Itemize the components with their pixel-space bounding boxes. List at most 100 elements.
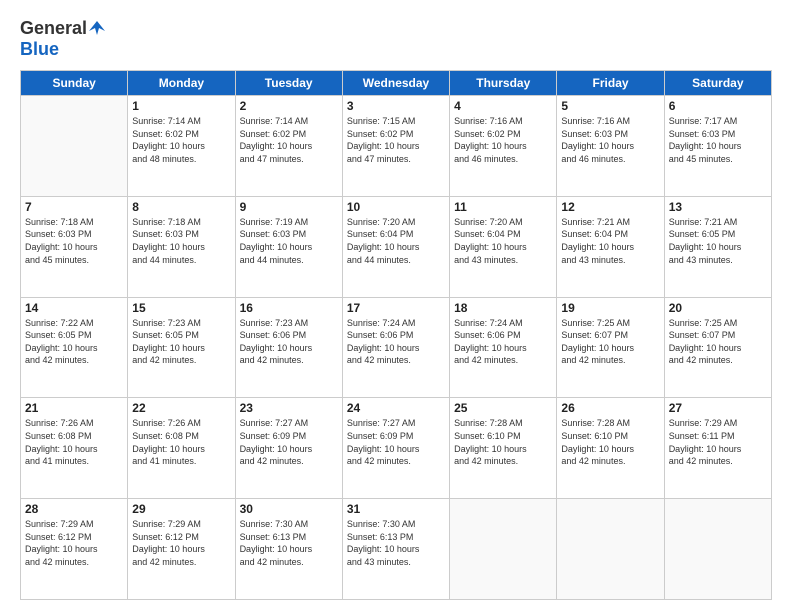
- day-info: Sunrise: 7:16 AM Sunset: 6:03 PM Dayligh…: [561, 115, 659, 165]
- day-info: Sunrise: 7:29 AM Sunset: 6:12 PM Dayligh…: [132, 518, 230, 568]
- day-number: 13: [669, 200, 767, 214]
- day-info: Sunrise: 7:29 AM Sunset: 6:11 PM Dayligh…: [669, 417, 767, 467]
- calendar-cell: 17Sunrise: 7:24 AM Sunset: 6:06 PM Dayli…: [342, 297, 449, 398]
- calendar-cell: 23Sunrise: 7:27 AM Sunset: 6:09 PM Dayli…: [235, 398, 342, 499]
- day-number: 29: [132, 502, 230, 516]
- calendar-cell: 20Sunrise: 7:25 AM Sunset: 6:07 PM Dayli…: [664, 297, 771, 398]
- calendar-cell: 2 Sunrise: 7:14 AM Sunset: 6:02 PM Daylig…: [235, 96, 342, 197]
- day-info: Sunrise: 7:30 AM Sunset: 6:13 PM Dayligh…: [347, 518, 445, 568]
- calendar-cell: 18 Sunrise: 7:24 AM Sunset: 6:06 PM Dayli…: [450, 297, 557, 398]
- day-info: Sunrise: 7:16 AM Sunset: 6:02 PM Dayligh…: [454, 115, 552, 165]
- day-number: 8: [132, 200, 230, 214]
- day-number: 11: [454, 200, 552, 214]
- day-number: 7: [25, 200, 123, 214]
- day-info: Sunrise: 7:21 AM Sunset: 6:05 PM Dayligh…: [669, 216, 767, 266]
- day-info: Sunrise: 7:17 AM Sunset: 6:03 PM Dayligh…: [669, 115, 767, 165]
- day-number: 4: [454, 99, 552, 113]
- day-info: Sunrise: 7:21 AM Sunset: 6:04 PM Dayligh…: [561, 216, 659, 266]
- calendar-cell: 6Sunrise: 7:17 AM Sunset: 6:03 PM Daylig…: [664, 96, 771, 197]
- day-info: Sunrise: 7:22 AM Sunset: 6:05 PM Dayligh…: [25, 317, 123, 367]
- calendar-cell: 25 Sunrise: 7:28 AM Sunset: 6:10 PM Dayli…: [450, 398, 557, 499]
- calendar-cell: [450, 499, 557, 600]
- day-info: Sunrise: 7:18 AM Sunset: 6:03 PM Dayligh…: [132, 216, 230, 266]
- calendar-cell: 5 Sunrise: 7:16 AM Sunset: 6:03 PM Daylig…: [557, 96, 664, 197]
- weekday-header-sunday: Sunday: [21, 71, 128, 96]
- day-info: Sunrise: 7:24 AM Sunset: 6:06 PM Dayligh…: [454, 317, 552, 367]
- calendar-cell: [557, 499, 664, 600]
- day-number: 14: [25, 301, 123, 315]
- day-number: 31: [347, 502, 445, 516]
- day-info: Sunrise: 7:14 AM Sunset: 6:02 PM Dayligh…: [132, 115, 230, 165]
- calendar-cell: [21, 96, 128, 197]
- weekday-header-monday: Monday: [128, 71, 235, 96]
- day-info: Sunrise: 7:23 AM Sunset: 6:06 PM Dayligh…: [240, 317, 338, 367]
- day-info: Sunrise: 7:15 AM Sunset: 6:02 PM Dayligh…: [347, 115, 445, 165]
- day-number: 24: [347, 401, 445, 415]
- day-info: Sunrise: 7:23 AM Sunset: 6:05 PM Dayligh…: [132, 317, 230, 367]
- calendar-cell: 10 Sunrise: 7:20 AM Sunset: 6:04 PM Dayli…: [342, 196, 449, 297]
- day-number: 3: [347, 99, 445, 113]
- calendar-week-3: 14 Sunrise: 7:22 AM Sunset: 6:05 PM Dayli…: [21, 297, 772, 398]
- day-number: 30: [240, 502, 338, 516]
- day-number: 15: [132, 301, 230, 315]
- day-number: 5: [561, 99, 659, 113]
- day-number: 18: [454, 301, 552, 315]
- logo-blue-text: Blue: [20, 39, 59, 59]
- day-info: Sunrise: 7:24 AM Sunset: 6:06 PM Dayligh…: [347, 317, 445, 367]
- day-number: 26: [561, 401, 659, 415]
- day-number: 2: [240, 99, 338, 113]
- calendar-cell: 24 Sunrise: 7:27 AM Sunset: 6:09 PM Dayli…: [342, 398, 449, 499]
- day-info: Sunrise: 7:26 AM Sunset: 6:08 PM Dayligh…: [25, 417, 123, 467]
- day-number: 10: [347, 200, 445, 214]
- calendar-cell: 30 Sunrise: 7:30 AM Sunset: 6:13 PM Dayli…: [235, 499, 342, 600]
- calendar-week-4: 21 Sunrise: 7:26 AM Sunset: 6:08 PM Dayli…: [21, 398, 772, 499]
- day-number: 19: [561, 301, 659, 315]
- calendar-cell: 28 Sunrise: 7:29 AM Sunset: 6:12 PM Dayli…: [21, 499, 128, 600]
- calendar-cell: 8 Sunrise: 7:18 AM Sunset: 6:03 PM Daylig…: [128, 196, 235, 297]
- day-info: Sunrise: 7:20 AM Sunset: 6:04 PM Dayligh…: [347, 216, 445, 266]
- day-info: Sunrise: 7:30 AM Sunset: 6:13 PM Dayligh…: [240, 518, 338, 568]
- calendar-body: 1 Sunrise: 7:14 AM Sunset: 6:02 PM Daylig…: [21, 96, 772, 600]
- day-number: 22: [132, 401, 230, 415]
- weekday-header-row: SundayMondayTuesdayWednesdayThursdayFrid…: [21, 71, 772, 96]
- calendar-cell: 9Sunrise: 7:19 AM Sunset: 6:03 PM Daylig…: [235, 196, 342, 297]
- calendar-week-2: 7 Sunrise: 7:18 AM Sunset: 6:03 PM Daylig…: [21, 196, 772, 297]
- day-number: 21: [25, 401, 123, 415]
- day-number: 1: [132, 99, 230, 113]
- day-number: 27: [669, 401, 767, 415]
- day-info: Sunrise: 7:18 AM Sunset: 6:03 PM Dayligh…: [25, 216, 123, 266]
- header: General Blue: [20, 18, 772, 60]
- page: General Blue SundayMondayTuesdayWednesda…: [0, 0, 792, 612]
- day-number: 28: [25, 502, 123, 516]
- calendar-cell: [664, 499, 771, 600]
- day-info: Sunrise: 7:28 AM Sunset: 6:10 PM Dayligh…: [561, 417, 659, 467]
- day-info: Sunrise: 7:27 AM Sunset: 6:09 PM Dayligh…: [240, 417, 338, 467]
- logo-bird-icon: [89, 21, 105, 35]
- day-number: 9: [240, 200, 338, 214]
- day-info: Sunrise: 7:14 AM Sunset: 6:02 PM Dayligh…: [240, 115, 338, 165]
- calendar-cell: 26 Sunrise: 7:28 AM Sunset: 6:10 PM Dayli…: [557, 398, 664, 499]
- day-number: 25: [454, 401, 552, 415]
- weekday-header-friday: Friday: [557, 71, 664, 96]
- day-info: Sunrise: 7:26 AM Sunset: 6:08 PM Dayligh…: [132, 417, 230, 467]
- calendar-week-1: 1 Sunrise: 7:14 AM Sunset: 6:02 PM Daylig…: [21, 96, 772, 197]
- calendar-cell: 29 Sunrise: 7:29 AM Sunset: 6:12 PM Dayli…: [128, 499, 235, 600]
- day-info: Sunrise: 7:28 AM Sunset: 6:10 PM Dayligh…: [454, 417, 552, 467]
- calendar-cell: 13 Sunrise: 7:21 AM Sunset: 6:05 PM Dayli…: [664, 196, 771, 297]
- calendar-cell: 3 Sunrise: 7:15 AM Sunset: 6:02 PM Daylig…: [342, 96, 449, 197]
- day-info: Sunrise: 7:27 AM Sunset: 6:09 PM Dayligh…: [347, 417, 445, 467]
- calendar-cell: 27 Sunrise: 7:29 AM Sunset: 6:11 PM Dayli…: [664, 398, 771, 499]
- weekday-header-thursday: Thursday: [450, 71, 557, 96]
- calendar-cell: 15 Sunrise: 7:23 AM Sunset: 6:05 PM Dayli…: [128, 297, 235, 398]
- calendar-cell: 14 Sunrise: 7:22 AM Sunset: 6:05 PM Dayli…: [21, 297, 128, 398]
- day-number: 16: [240, 301, 338, 315]
- day-info: Sunrise: 7:20 AM Sunset: 6:04 PM Dayligh…: [454, 216, 552, 266]
- day-info: Sunrise: 7:25 AM Sunset: 6:07 PM Dayligh…: [561, 317, 659, 367]
- weekday-header-tuesday: Tuesday: [235, 71, 342, 96]
- day-number: 12: [561, 200, 659, 214]
- calendar-cell: 12 Sunrise: 7:21 AM Sunset: 6:04 PM Dayli…: [557, 196, 664, 297]
- day-info: Sunrise: 7:29 AM Sunset: 6:12 PM Dayligh…: [25, 518, 123, 568]
- calendar-table: SundayMondayTuesdayWednesdayThursdayFrid…: [20, 70, 772, 600]
- weekday-header-saturday: Saturday: [664, 71, 771, 96]
- calendar-cell: 16 Sunrise: 7:23 AM Sunset: 6:06 PM Dayli…: [235, 297, 342, 398]
